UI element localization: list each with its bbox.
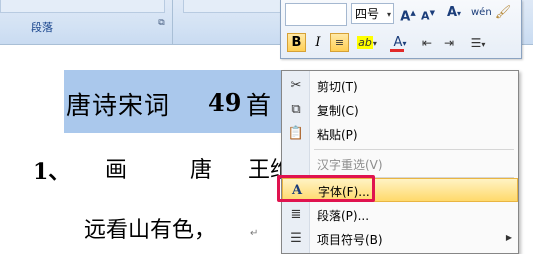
menu-separator	[314, 149, 514, 150]
menu-item-cut[interactable]: ✂ 剪切(T)	[282, 74, 518, 98]
grow-font-button[interactable]: A▲	[399, 3, 417, 25]
copy-icon: ⧉	[291, 102, 301, 117]
paragraph-group-controls	[0, 0, 165, 13]
doc-title-suffix: 首	[246, 91, 272, 120]
decrease-indent-button[interactable]: ⇤	[417, 33, 437, 53]
highlight-button[interactable]: ab▾	[353, 33, 381, 53]
chevron-down-icon: ▾	[386, 10, 391, 19]
font-name-field[interactable]	[285, 3, 347, 26]
bold-icon: B	[291, 35, 302, 50]
increase-indent-button[interactable]: ⇥	[439, 33, 459, 53]
menu-item-label: 粘贴(P)	[317, 128, 358, 142]
submenu-arrow-icon: ▶	[505, 233, 512, 242]
align-center-icon: ≡	[334, 36, 345, 49]
decrease-indent-icon: ⇤	[421, 36, 433, 50]
styles-group-controls	[183, 0, 295, 13]
menu-item-paste[interactable]: 📋 粘贴(P)	[282, 122, 518, 146]
doc-title-number: 49	[208, 88, 242, 117]
bullets-icon: ☰	[290, 231, 302, 246]
font-size-value: 四号	[355, 7, 380, 21]
menu-item-copy[interactable]: ⧉ 复制(C)	[282, 98, 518, 122]
menu-item-label: 汉字重选(V)	[317, 158, 383, 172]
menu-item-label: 剪切(T)	[317, 80, 358, 94]
doc-title: 唐诗宋词	[66, 91, 171, 120]
dialog-launcher-icon[interactable]: ⧉	[156, 18, 167, 29]
paragraph-icon: ≣	[290, 207, 302, 222]
paragraph-mark: ↵	[250, 228, 259, 239]
menu-item-paragraph[interactable]: ≣ 段落(P)...	[282, 203, 518, 227]
context-menu: ✂ 剪切(T) ⧉ 复制(C) 📋 粘贴(P) 汉字重选(V) A 字体(F).…	[281, 70, 519, 254]
menu-item-label: 项目符号(B)	[317, 233, 383, 247]
paste-icon: 📋	[287, 126, 305, 141]
format-painter-button[interactable]: 🖌	[493, 3, 513, 23]
font-color-swatch	[390, 49, 404, 52]
poem-title-char-2: 唐	[190, 158, 213, 183]
scissors-icon: ✂	[290, 78, 302, 93]
shrink-font-button[interactable]: A▼	[419, 3, 437, 23]
font-style-button[interactable]: A▾	[441, 3, 467, 23]
highlighter-icon: ab	[357, 36, 373, 49]
menu-item-label: 复制(C)	[317, 104, 359, 118]
poem-number: 1、	[33, 159, 71, 185]
center-align-button[interactable]: ≡	[330, 33, 349, 52]
mini-toolbar: 四号 ▾ A▲ A▼ A▾ wén 🖌 B I ≡ ab▾ A▾ ⇤ ⇥ ☰▾	[280, 0, 522, 59]
text-effects-icon: A	[446, 5, 458, 20]
poem-line-2: 远看山有色，	[84, 218, 217, 243]
menu-item-reconvert: 汉字重选(V)	[282, 152, 518, 176]
italic-button[interactable]: I	[309, 33, 327, 53]
font-color-button[interactable]: A▾	[387, 33, 413, 53]
italic-icon: I	[315, 35, 321, 50]
font-size-select[interactable]: 四号 ▾	[351, 3, 394, 24]
bold-button[interactable]: B	[287, 33, 306, 52]
paragraph-group: 段落 ⧉	[0, 0, 173, 44]
phonetic-guide-icon: wén	[471, 7, 492, 18]
bullets-button[interactable]: ☰▾	[463, 33, 493, 53]
poem-title-char-1: 画	[105, 158, 128, 183]
menu-item-label: 段落(P)...	[317, 209, 370, 223]
annotation-highlight-box	[277, 175, 375, 202]
paragraph-group-label: 段落	[31, 21, 53, 34]
grow-font-icon: A	[400, 9, 411, 25]
bullet-list-icon: ☰	[470, 36, 482, 50]
phonetic-guide-button[interactable]: wén	[471, 3, 492, 23]
menu-item-bullets[interactable]: ☰ 项目符号(B) ▶	[282, 227, 518, 251]
increase-indent-icon: ⇥	[443, 36, 455, 50]
paintbrush-icon: 🖌	[494, 5, 512, 20]
shrink-font-icon: A	[421, 9, 430, 23]
